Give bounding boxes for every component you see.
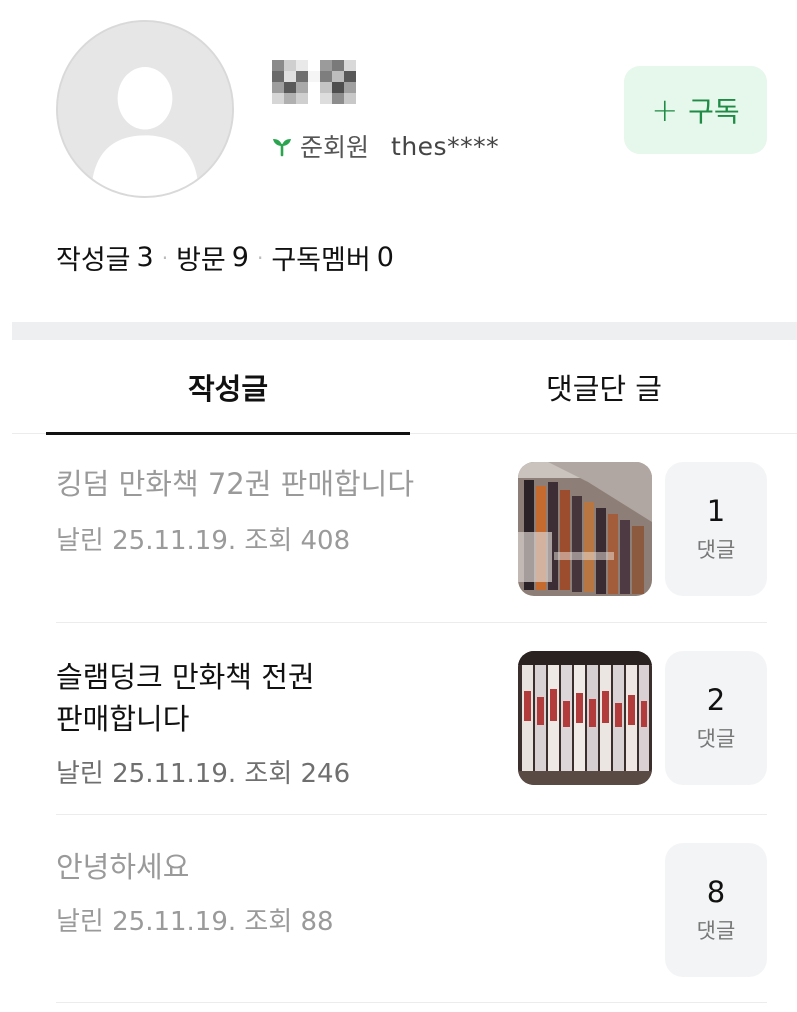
- comment-count: 1: [706, 494, 726, 528]
- default-user-avatar-icon[interactable]: [56, 20, 234, 198]
- sprout-icon: [270, 134, 294, 158]
- stat-visits-value: 9: [231, 242, 249, 273]
- comment-label: 댓글: [696, 727, 736, 751]
- profile-stats: 작성글 3 · 방문 9 · 구독멤버 0: [56, 238, 394, 277]
- comment-count-box[interactable]: 1 댓글: [665, 462, 767, 596]
- nickname-blurred: [272, 60, 356, 104]
- member-info: 준회원 thes****: [270, 126, 499, 166]
- tab-posts[interactable]: 작성글: [46, 340, 410, 435]
- comment-count: 8: [706, 875, 726, 909]
- stat-posts-label: 작성글: [56, 245, 131, 276]
- subscribe-label: 구독: [688, 95, 740, 128]
- post-thumbnail[interactable]: [518, 651, 652, 785]
- tab-commented-posts[interactable]: 댓글단 글: [410, 340, 797, 434]
- plus-icon: +: [651, 91, 679, 129]
- post-meta: 날린 25.11.19. 조회 408: [56, 526, 351, 556]
- post-thumbnail[interactable]: [518, 462, 652, 596]
- section-divider: [12, 322, 797, 340]
- stat-subscribers-value: 0: [376, 242, 394, 273]
- post-meta: 날린 25.11.19. 조회 88: [56, 907, 334, 937]
- stat-posts-value: 3: [136, 242, 154, 273]
- slam-dunk-books-photo: [518, 651, 652, 785]
- post-tabs: 작성글 댓글단 글: [12, 340, 797, 435]
- comment-count-box[interactable]: 8 댓글: [665, 843, 767, 977]
- manga-stack-photo: [518, 462, 652, 596]
- post-item[interactable]: 안녕하세요 날린 25.11.19. 조회 88 8 댓글: [56, 815, 767, 1003]
- profile-header: 준회원 thes**** + 구독 작성글 3 · 방문 9 · 구독멤버 0: [0, 0, 797, 320]
- post-meta: 날린 25.11.19. 조회 246: [56, 759, 351, 789]
- post-title: 안녕하세요: [56, 850, 190, 884]
- post-title-line-2: 판매합니다: [56, 702, 190, 736]
- comment-count: 2: [706, 683, 726, 717]
- comment-label: 댓글: [696, 538, 736, 562]
- post-item[interactable]: 킹덤 만화책 72권 판매합니다 날린 25.11.19. 조회 408 1 댓…: [56, 436, 767, 623]
- comment-label: 댓글: [696, 919, 736, 943]
- post-title-line-1: 슬램덩크 만화책 전권: [56, 660, 315, 694]
- member-id: thes****: [391, 131, 500, 161]
- comment-count-box[interactable]: 2 댓글: [665, 651, 767, 785]
- post-title: 킹덤 만화책 72권 판매합니다: [56, 467, 415, 501]
- stat-subscribers-label: 구독멤버: [271, 245, 371, 276]
- stat-separator: ·: [161, 245, 169, 270]
- stat-visits-label: 방문: [176, 245, 226, 276]
- post-item[interactable]: 슬램덩크 만화책 전권 판매합니다 날린 25.11.19. 조회 246 2 …: [56, 623, 767, 815]
- stat-separator: ·: [256, 245, 264, 270]
- member-grade: 준회원: [300, 133, 370, 162]
- subscribe-button[interactable]: + 구독: [624, 66, 767, 154]
- nickname-pixelated-image: [272, 60, 356, 104]
